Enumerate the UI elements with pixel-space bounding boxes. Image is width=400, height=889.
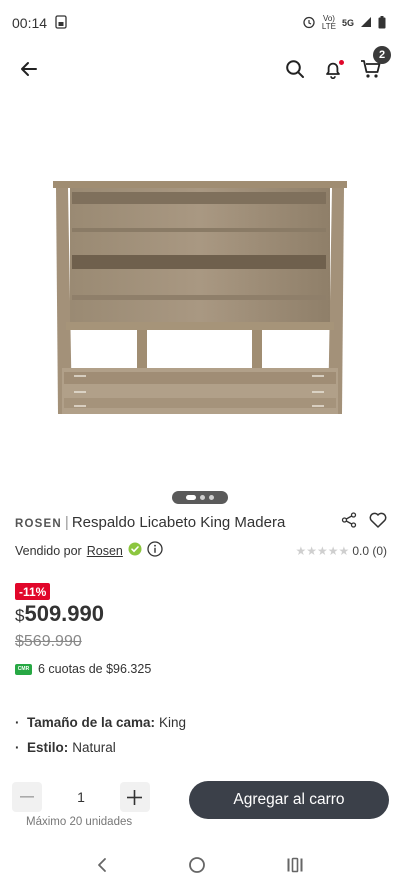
- back-arrow-icon[interactable]: [18, 58, 40, 80]
- nav-home-icon[interactable]: [188, 856, 206, 879]
- battery-icon: [378, 15, 386, 31]
- search-icon[interactable]: [284, 58, 306, 80]
- product-title-row: ROSEN | Respaldo Licabeto King Madera: [15, 512, 387, 533]
- product-name: Respaldo Licabeto King Madera: [71, 514, 286, 531]
- quantity-stepper: 1: [12, 780, 150, 814]
- decrease-quantity-button[interactable]: [12, 782, 42, 812]
- max-units-note: Máximo 20 unidades: [26, 816, 133, 828]
- cart-count-badge: 2: [373, 46, 391, 64]
- rating-text: 0.0 (0): [352, 543, 387, 558]
- status-bar: 00:14 Vo) LTE 5G: [0, 0, 400, 46]
- carousel-dot: [209, 495, 214, 500]
- rating-stars-icon: ★★★★★: [295, 543, 350, 558]
- add-to-cart-button[interactable]: Agregar al carro: [189, 781, 389, 819]
- seller-row: Vendido por Rosen ★★★★★ 0.0 (0): [15, 541, 387, 560]
- carousel-dot: [200, 495, 205, 500]
- spec-item: · Estilo: Natural: [15, 740, 116, 755]
- product-brand[interactable]: ROSEN: [15, 518, 62, 530]
- system-nav-bar: [0, 846, 400, 889]
- image-carousel-indicator[interactable]: [172, 491, 228, 504]
- sold-by-label: Vendido por: [15, 543, 82, 558]
- signal-icon: [360, 16, 372, 30]
- nav-recents-icon[interactable]: [286, 857, 304, 878]
- original-price: $569.990: [15, 633, 82, 650]
- seller-link[interactable]: Rosen: [87, 544, 123, 558]
- notification-dot: [339, 60, 344, 65]
- info-icon[interactable]: [147, 541, 163, 560]
- installments-text: 6 cuotas de $96.325: [38, 662, 152, 676]
- product-title: ROSEN | Respaldo Licabeto King Madera: [15, 514, 286, 531]
- cart-icon[interactable]: 2: [360, 46, 391, 80]
- verified-seller-icon: [128, 542, 142, 559]
- discount-badge: -11%: [15, 583, 51, 600]
- spec-item: · Tamaño de la cama: King: [15, 715, 187, 730]
- current-price: $509.990: [15, 601, 104, 626]
- product-specs: · Tamaño de la cama: King · Estilo: Natural: [15, 710, 186, 760]
- heart-icon[interactable]: [369, 512, 387, 533]
- product-image[interactable]: [0, 100, 400, 480]
- carousel-dot-active: [186, 495, 196, 500]
- sim-icon: [55, 14, 67, 32]
- alarm-icon: [302, 15, 316, 31]
- share-icon[interactable]: [341, 512, 357, 533]
- product-rating[interactable]: ★★★★★ 0.0 (0): [296, 544, 387, 558]
- nav-back-icon[interactable]: [96, 857, 108, 878]
- cmr-card-icon: CMR: [15, 663, 32, 675]
- increase-quantity-button[interactable]: [119, 782, 150, 812]
- installments-row: CMR 6 cuotas de $96.325: [15, 662, 151, 676]
- bell-icon[interactable]: [322, 58, 344, 80]
- volte-indicator: Vo) LTE: [321, 14, 336, 31]
- network-type: 5G: [341, 18, 354, 28]
- quantity-value[interactable]: 1: [77, 789, 85, 805]
- top-app-bar: 2: [0, 46, 400, 92]
- status-time: 00:14: [12, 15, 48, 31]
